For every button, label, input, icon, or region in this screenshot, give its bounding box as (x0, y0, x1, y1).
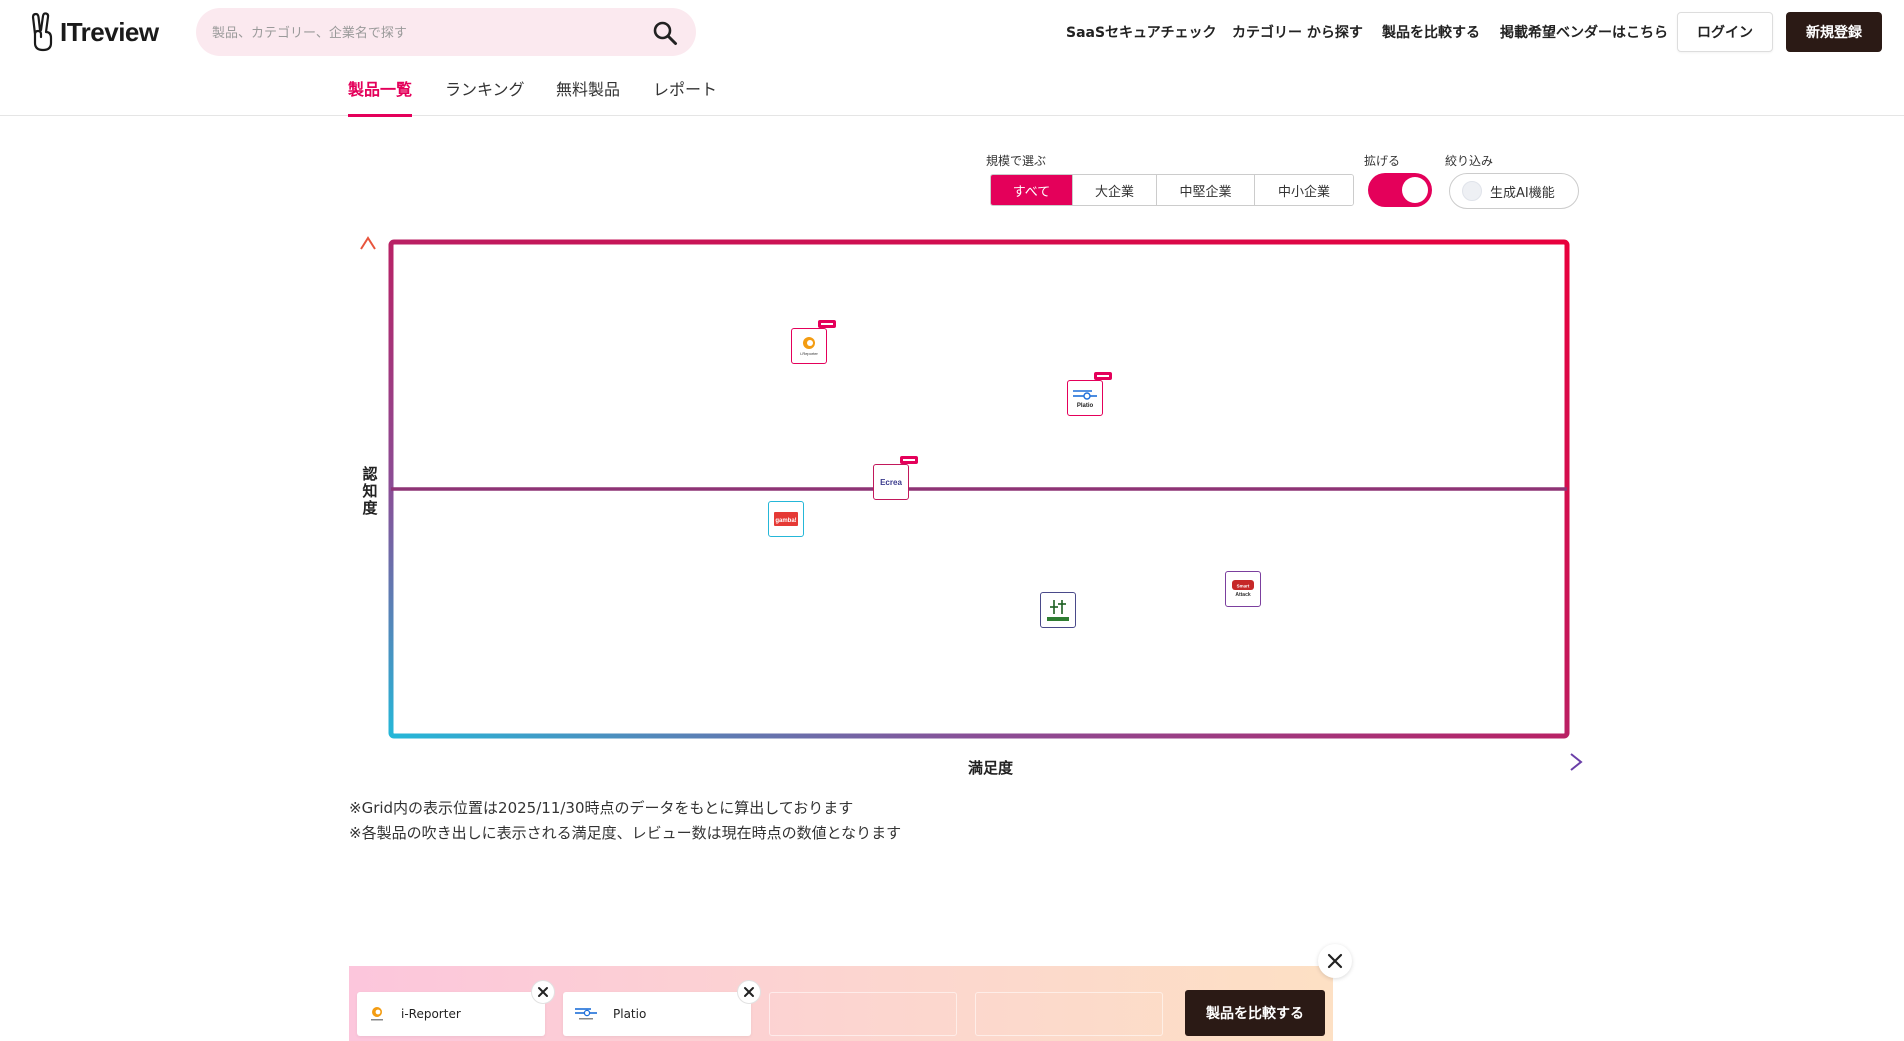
note-line: ※各製品の吹き出しに表示される満足度、レビュー数は現在時点の数値となります (349, 824, 902, 842)
field-logo-icon (1047, 600, 1069, 621)
compare-slot-empty (975, 992, 1163, 1036)
logo-text-i-reporter: i-Reporter (800, 351, 818, 356)
y-axis-label: 認知度 (362, 465, 378, 517)
i-reporter-logo-icon: i-Reporter (800, 337, 819, 356)
product-smart-attack[interactable]: Smart Attack (1225, 571, 1261, 607)
svg-text:Attack: Attack (1235, 592, 1251, 598)
compare-item-label: i-Reporter (401, 1007, 461, 1021)
product-field-app[interactable] (1040, 592, 1076, 628)
compare-bar: i-Reporter Platio 製品を比較する (349, 966, 1333, 1041)
logo-text-gamba: gamba! (775, 518, 796, 524)
logo-text-ecrea: Ecrea (880, 478, 902, 487)
close-icon (1327, 953, 1343, 969)
platio-logo-icon: Platio (1073, 390, 1097, 409)
satisfaction-awareness-grid (360, 236, 1583, 771)
smart-attack-logo-icon: Smart Attack (1232, 580, 1254, 598)
i-reporter-logo-icon (371, 1007, 383, 1021)
badge-icon (818, 320, 836, 328)
product-gamba[interactable]: gamba! (768, 501, 804, 537)
compare-slot-empty (769, 992, 957, 1036)
grid-notes: ※Grid内の表示位置は2025/11/30時点のデータをもとに算出しております… (349, 796, 901, 846)
remove-item-button[interactable] (737, 980, 761, 1004)
badge-icon (900, 456, 918, 464)
svg-text:Smart: Smart (1237, 584, 1250, 589)
logo-text-platio: Platio (1077, 403, 1094, 409)
badge-icon (1094, 372, 1112, 380)
product-i-reporter[interactable]: i-Reporter (791, 320, 836, 364)
product-platio[interactable]: Platio (1067, 372, 1112, 416)
close-icon (744, 987, 754, 997)
note-line: ※Grid内の表示位置は2025/11/30時点のデータをもとに算出しております (349, 799, 854, 817)
ecrea-logo-icon: Ecrea (880, 478, 902, 487)
gamba-logo-icon: gamba! (774, 512, 798, 526)
close-compare-bar-button[interactable] (1318, 944, 1352, 978)
compare-slot-i-reporter[interactable]: i-Reporter (357, 980, 555, 1036)
compare-products-button[interactable]: 製品を比較する (1185, 990, 1325, 1036)
x-axis-label: 満足度 (966, 757, 1016, 778)
remove-item-button[interactable] (531, 980, 555, 1004)
platio-logo-icon (575, 1008, 597, 1020)
product-ecrea[interactable]: Ecrea (873, 456, 918, 500)
close-icon (538, 987, 548, 997)
compare-slot-platio[interactable]: Platio (563, 980, 761, 1036)
compare-item-label: Platio (613, 1007, 647, 1021)
